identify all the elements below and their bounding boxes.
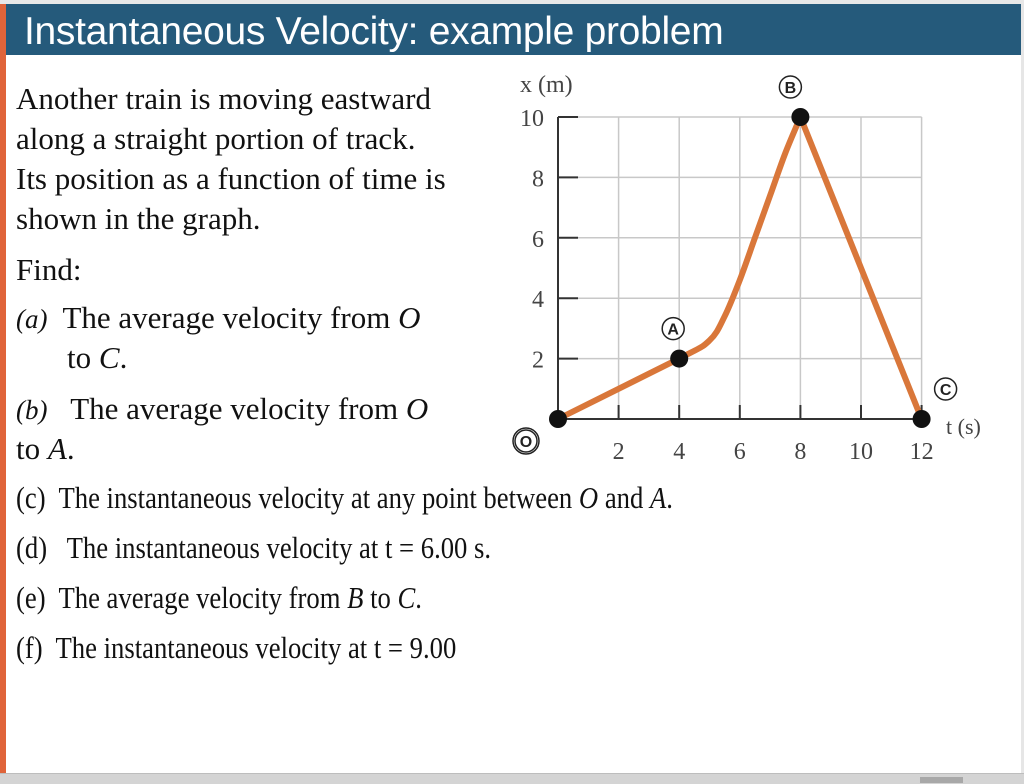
question-label: (e) <box>16 580 46 615</box>
text-box-top-edge <box>6 55 502 69</box>
question-text: The average velocity from <box>62 300 399 335</box>
slide-title: Instantaneous Velocity: example problem <box>24 10 724 53</box>
y-tick-label: 10 <box>520 106 544 132</box>
question-label: (a) <box>16 304 48 334</box>
y-tick-label: 2 <box>532 348 544 374</box>
chart-grid <box>558 116 923 419</box>
question-f: (f) The instantaneous velocity at t = 9.… <box>16 630 528 666</box>
question-a: (a) The average velocity from O <box>16 300 421 336</box>
question-text: The average velocity from <box>58 580 348 615</box>
horizontal-scrollbar[interactable] <box>0 773 1024 784</box>
question-var: O <box>398 300 421 335</box>
question-c: (c) The instantaneous velocity at any po… <box>16 480 780 516</box>
question-b: (b) The average velocity from O <box>16 391 428 427</box>
question-d: (d) The instantaneous velocity at t = 6.… <box>16 530 568 566</box>
find-label: Find: <box>16 252 82 287</box>
question-end: . <box>666 480 673 515</box>
question-label: (b) <box>16 395 48 425</box>
chart-tick-labels: 2 4 6 8 10 12 2 4 6 8 10 <box>520 106 934 465</box>
point-label-a: A <box>667 322 679 339</box>
position-time-graph: O A B C 2 4 6 8 10 12 2 4 6 8 10 x (m) t (s) <box>512 72 981 465</box>
chart-points: O A B C <box>512 75 958 455</box>
x-tick-label: 6 <box>734 439 746 465</box>
question-text: and <box>598 480 650 515</box>
question-end: . <box>119 340 128 375</box>
question-text: to <box>363 580 398 615</box>
x-tick-label: 10 <box>849 439 873 465</box>
question-var: C <box>98 340 120 375</box>
point-o <box>549 410 567 428</box>
question-var: A <box>47 431 67 466</box>
question-text: The instantaneous velocity at t = 9.00 <box>55 630 457 665</box>
y-tick-label: 4 <box>532 287 544 313</box>
y-tick-label: 6 <box>532 227 544 253</box>
question-a-cont: to C. <box>67 340 127 376</box>
x-tick-label: 4 <box>673 439 685 465</box>
point-a <box>670 349 689 368</box>
question-b-cont: to A. <box>16 431 75 467</box>
point-label-c: C <box>940 382 952 399</box>
question-label: (f) <box>16 630 43 665</box>
question-var: B <box>347 580 364 615</box>
question-text: The instantaneous velocity at any point … <box>58 480 579 515</box>
question-text: to <box>67 340 99 375</box>
question-text: The average velocity from <box>70 391 406 426</box>
x-tick-label: 8 <box>794 439 806 465</box>
title-bar: Instantaneous Velocity: example problem <box>6 4 1021 55</box>
x-axis-label: t (s) <box>946 414 981 439</box>
question-label: (c) <box>16 480 46 515</box>
intro-line: along a straight portion of track. <box>16 121 416 156</box>
question-var: C <box>397 580 416 615</box>
intro-line: Another train is moving eastward <box>16 81 431 116</box>
question-var: A <box>649 480 667 515</box>
y-tick-label: 8 <box>532 166 544 192</box>
intro-line: shown in the graph. <box>16 201 261 236</box>
scrollbar-thumb[interactable] <box>920 777 963 783</box>
question-text: The instantaneous velocity at t = 6.00 s… <box>66 530 492 565</box>
question-e: (e) The average velocity from B to C. <box>16 580 488 616</box>
x-tick-label: 12 <box>910 439 934 465</box>
question-label: (d) <box>16 530 48 565</box>
x-tick-label: 2 <box>613 439 625 465</box>
slide-accent-bar <box>0 4 6 773</box>
point-b <box>791 108 810 126</box>
question-end: . <box>415 580 422 615</box>
question-end: . <box>66 431 75 466</box>
intro-line: Its position as a function of time is <box>16 161 446 196</box>
point-c <box>912 410 931 428</box>
question-var: O <box>578 480 599 515</box>
point-label-b: B <box>785 80 797 97</box>
question-text: to <box>16 431 48 466</box>
point-label-o: O <box>520 434 532 451</box>
question-var: O <box>405 391 429 426</box>
y-axis-label: x (m) <box>520 72 573 98</box>
